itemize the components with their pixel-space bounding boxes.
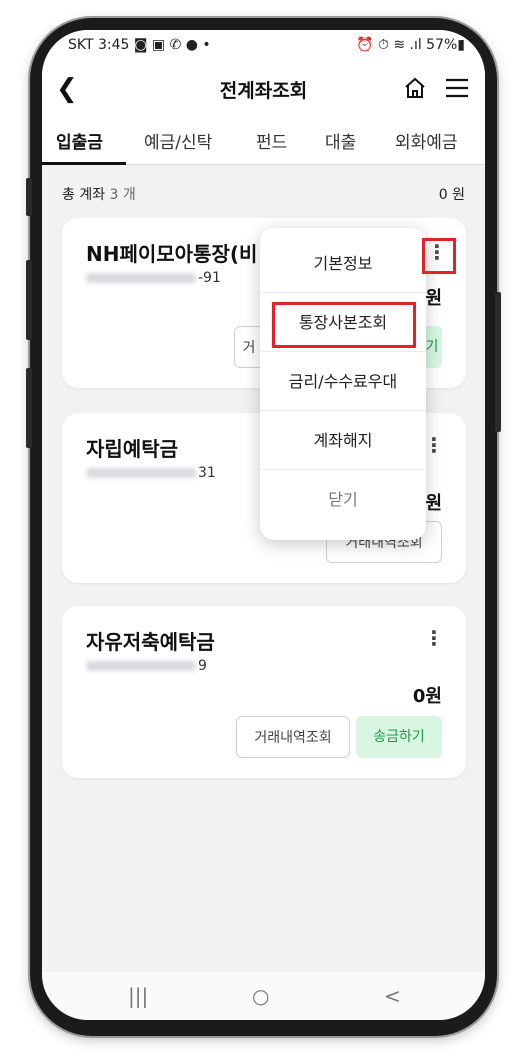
status-bar: SKT 3:45 ◙ ▣ ✆ ● • ⏰ ⏱ ≋ .ıl 57%▮: [42, 30, 485, 62]
account-name: 자유저축예탁금: [86, 630, 215, 654]
masked-number: [86, 468, 196, 478]
account-options-menu: 기본정보 통장사본조회 금리/수수료우대 계좌해지 닫기: [260, 228, 426, 540]
home-icon[interactable]: [403, 76, 427, 104]
kebab-icon[interactable]: ⋮: [427, 240, 447, 264]
summary-amount: 0 원: [438, 187, 465, 203]
status-left: SKT 3:45 ◙ ▣ ✆ ● •: [68, 37, 211, 53]
back-nav-icon[interactable]: <: [384, 984, 401, 1008]
hamburger-menu-icon[interactable]: [445, 78, 469, 102]
volume-button: [26, 260, 32, 340]
account-name: 자립예탁금: [86, 437, 178, 461]
account-number: 9: [86, 658, 207, 674]
tab-deposit-withdrawal[interactable]: 입출금: [56, 128, 103, 153]
menu-item-close-account[interactable]: 계좌해지: [260, 411, 426, 470]
masked-number: [86, 273, 196, 283]
send-button[interactable]: 송금하기: [356, 716, 442, 758]
menu-item-rate-fee[interactable]: 금리/수수료우대: [260, 352, 426, 411]
menu-close-button[interactable]: 닫기: [260, 470, 426, 529]
side-button: [495, 292, 501, 432]
account-balance: 0원: [412, 686, 442, 707]
tab-savings-trust[interactable]: 예금/신탁: [144, 128, 212, 153]
home-nav-icon[interactable]: ○: [252, 984, 269, 1008]
status-right: ⏰ ⏱ ≋ .ıl 57%▮: [356, 37, 465, 53]
app-bar: ❮ 전계좌조회: [42, 62, 485, 118]
tab-loan[interactable]: 대출: [325, 128, 356, 153]
kebab-icon[interactable]: ⋮: [424, 626, 444, 650]
masked-number: [86, 661, 196, 671]
recent-apps-icon[interactable]: |||: [128, 984, 148, 1008]
account-card[interactable]: 자유저축예탁금 9 ⋮ 0원 거래내역조회 송금하기: [62, 606, 466, 778]
account-number: 31: [86, 465, 216, 481]
menu-item-basic-info[interactable]: 기본정보: [260, 234, 426, 293]
kebab-icon[interactable]: ⋮: [424, 433, 444, 457]
power-button: [26, 368, 32, 448]
tab-bar: 입출금 예금/신탁 펀드 대출 외화예금: [42, 118, 485, 165]
screen: SKT 3:45 ◙ ▣ ✆ ● • ⏰ ⏱ ≋ .ıl 57%▮ ❮ 전계좌조…: [42, 30, 485, 1020]
active-tab-indicator: [42, 162, 126, 165]
account-balance: 원: [425, 288, 442, 309]
tab-foreign-currency[interactable]: 외화예금: [395, 128, 458, 153]
tab-fund[interactable]: 펀드: [256, 128, 287, 153]
account-summary: 총 계좌 3 개 0 원: [62, 184, 465, 204]
account-balance: 원: [425, 493, 442, 514]
account-name: NH페이모아통장(비: [86, 242, 258, 266]
highlight-box: [272, 302, 416, 348]
system-nav-bar: ||| ○ <: [42, 972, 485, 1020]
summary-count: 3 개: [109, 187, 136, 203]
history-button[interactable]: 거래내역조회: [236, 716, 350, 758]
volume-button: [26, 178, 32, 216]
summary-label: 총 계좌: [62, 187, 106, 203]
account-number: -91: [86, 270, 221, 286]
